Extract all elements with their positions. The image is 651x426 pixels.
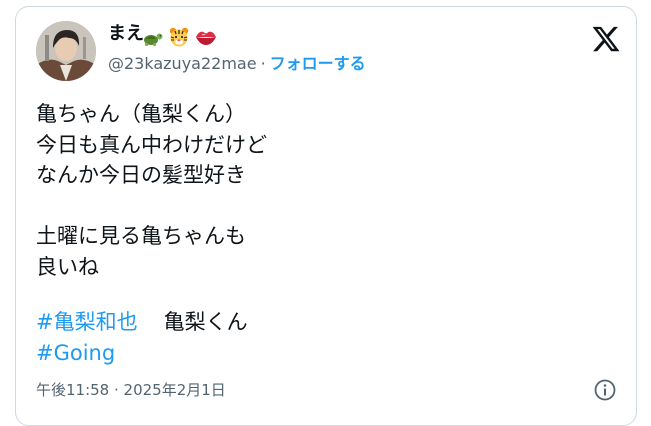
turtle-emoji [144,33,163,46]
tag-row-2: #Going [36,338,115,368]
tweet-line: 土曜に見る亀ちゃんも [36,224,246,248]
avatar-image [36,21,96,81]
author-emojis [142,26,218,48]
tag-row-1: #亀梨和也 亀梨くん [36,307,248,337]
separator-dot: · [260,54,266,73]
tweet-plain-word: 亀梨くん [163,310,248,334]
author-name[interactable]: まえ [108,23,144,45]
handle-row: @23kazuya22mae · フォローする [108,54,366,74]
tweet-card[interactable]: まえ @23kazuya22mae · フォローする 亀ちゃん（亀梨くん） 今日… [15,6,637,426]
tweet-timestamp[interactable]: 午後11:58 · 2025年2月1日 [36,380,226,400]
tweet-text: 亀ちゃん（亀梨くん） 今日も真ん中わけだけど なんか今日の髪型好き 土曜に見る亀ちゃん… [36,99,616,282]
tweet-line: なんか今日の髪型好き [36,163,246,187]
author-handle[interactable]: @23kazuya22mae [108,54,257,73]
tweet-line: 今日も真ん中わけだけど [36,132,267,157]
info-icon[interactable] [593,378,617,402]
avatar[interactable] [36,21,96,81]
tweet-line: 良いね [36,254,99,279]
hashtag-link[interactable]: #Going [36,341,115,365]
tiger-face-emoji [169,27,189,47]
x-logo-icon[interactable] [591,24,621,54]
kiss-mark-emoji [196,31,216,45]
hashtag-link[interactable]: #亀梨和也 [36,310,138,334]
tweet-line: 亀ちゃん（亀梨くん） [36,102,246,126]
follow-button[interactable]: フォローする [270,54,366,73]
